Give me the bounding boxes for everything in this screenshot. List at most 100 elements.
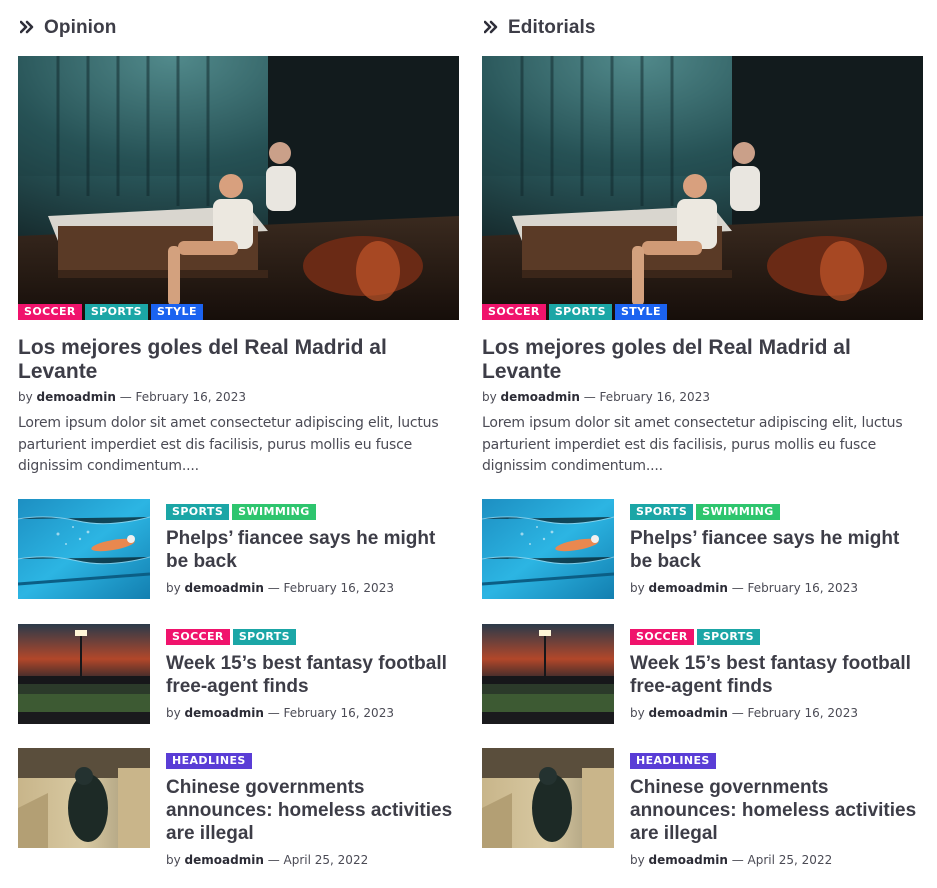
tag-style[interactable]: STYLE [614, 304, 667, 320]
meta-sep: — [267, 706, 280, 720]
article-tags: SOCCER SPORTS [630, 629, 923, 645]
article-tags: SPORTS SWIMMING [166, 504, 459, 520]
article-body: HEADLINES Chinese governments announces: … [166, 748, 459, 867]
featured-tags: SOCCER SPORTS STYLE [18, 304, 206, 320]
meta-date: April 25, 2022 [747, 853, 833, 867]
article-meta: by demoadmin — April 25, 2022 [630, 853, 923, 867]
article-thumbnail[interactable] [482, 624, 614, 724]
tag-soccer[interactable]: SOCCER [482, 304, 546, 320]
meta-sep: — [731, 706, 744, 720]
tag-soccer[interactable]: SOCCER [630, 629, 694, 645]
meta-author[interactable]: demoadmin [37, 390, 116, 404]
article-meta: by demoadmin — February 16, 2023 [166, 581, 459, 595]
article-thumbnail[interactable] [18, 748, 150, 848]
meta-author[interactable]: demoadmin [649, 581, 728, 595]
tag-sports[interactable]: SPORTS [630, 504, 694, 520]
column-opinion: Opinion SOCCER SPORTS STYLE Los mejores … [18, 0, 459, 867]
column-editorials: Editorials SOCCER SPORTS STYLE Los mejor… [482, 0, 923, 867]
tag-sports[interactable]: SPORTS [232, 629, 296, 645]
meta-sep: — [267, 853, 280, 867]
featured-article: SOCCER SPORTS STYLE Los mejores goles del … [482, 56, 923, 478]
article-thumbnail[interactable] [18, 499, 150, 599]
meta-date: February 16, 2023 [747, 706, 858, 720]
article-title[interactable]: Chinese governments announces: homeless … [630, 776, 923, 845]
tag-soccer[interactable]: SOCCER [18, 304, 82, 320]
meta-by: by [630, 853, 645, 867]
meta-by: by [630, 706, 645, 720]
article-body: SOCCER SPORTS Week 15’s best fantasy footb… [166, 624, 459, 724]
meta-by: by [18, 390, 33, 404]
article-title[interactable]: Phelps’ fiancee says he might be back [630, 527, 923, 573]
meta-sep: — [119, 390, 132, 404]
list-item: SPORTS SWIMMING Phelps’ fiancee says he mi… [18, 499, 459, 599]
tag-sports[interactable]: SPORTS [84, 304, 148, 320]
list-item: HEADLINES Chinese governments announces: … [482, 748, 923, 867]
meta-date: February 16, 2023 [135, 390, 246, 404]
article-body: SPORTS SWIMMING Phelps’ fiancee says he mi… [630, 499, 923, 599]
meta-author[interactable]: demoadmin [185, 706, 264, 720]
section-header[interactable]: Opinion [18, 0, 459, 56]
double-chevron-right-icon [483, 20, 498, 34]
article-body: HEADLINES Chinese governments announces: … [630, 748, 923, 867]
article-tags: SOCCER SPORTS [166, 629, 459, 645]
section-title: Opinion [44, 17, 117, 38]
featured-meta: by demoadmin — February 16, 2023 [482, 390, 923, 404]
article-tags: HEADLINES [630, 753, 923, 769]
meta-date: April 25, 2022 [283, 853, 369, 867]
meta-by: by [166, 706, 181, 720]
tag-sports[interactable]: SPORTS [166, 504, 230, 520]
list-item: SOCCER SPORTS Week 15’s best fantasy footb… [482, 624, 923, 724]
article-title[interactable]: Chinese governments announces: homeless … [166, 776, 459, 845]
meta-date: February 16, 2023 [599, 390, 710, 404]
article-title[interactable]: Week 15’s best fantasy football free-age… [630, 652, 923, 698]
meta-date: February 16, 2023 [283, 581, 394, 595]
article-thumbnail[interactable] [482, 499, 614, 599]
meta-date: February 16, 2023 [283, 706, 394, 720]
article-meta: by demoadmin — February 16, 2023 [630, 581, 923, 595]
article-meta: by demoadmin — February 16, 2023 [166, 706, 459, 720]
section-header[interactable]: Editorials [482, 0, 923, 56]
article-meta: by demoadmin — April 25, 2022 [166, 853, 459, 867]
article-tags: HEADLINES [166, 753, 459, 769]
tag-headlines[interactable]: HEADLINES [166, 753, 252, 769]
list-item: SOCCER SPORTS Week 15’s best fantasy footb… [18, 624, 459, 724]
tag-headlines[interactable]: HEADLINES [630, 753, 716, 769]
tag-sports[interactable]: SPORTS [548, 304, 612, 320]
meta-author[interactable]: demoadmin [649, 706, 728, 720]
tag-sports[interactable]: SPORTS [696, 629, 760, 645]
featured-article: SOCCER SPORTS STYLE Los mejores goles del … [18, 56, 459, 478]
list-item: SPORTS SWIMMING Phelps’ fiancee says he mi… [482, 499, 923, 599]
tag-style[interactable]: STYLE [150, 304, 203, 320]
meta-by: by [166, 581, 181, 595]
list-item: HEADLINES Chinese governments announces: … [18, 748, 459, 867]
article-tags: SPORTS SWIMMING [630, 504, 923, 520]
article-title[interactable]: Phelps’ fiancee says he might be back [166, 527, 459, 573]
featured-excerpt: Lorem ipsum dolor sit amet consectetur a… [482, 415, 903, 474]
section-title: Editorials [508, 17, 596, 38]
featured-image[interactable]: SOCCER SPORTS STYLE [18, 56, 459, 320]
meta-sep: — [731, 581, 744, 595]
article-body: SPORTS SWIMMING Phelps’ fiancee says he mi… [166, 499, 459, 599]
article-thumbnail[interactable] [18, 624, 150, 724]
meta-author[interactable]: demoadmin [185, 581, 264, 595]
double-chevron-right-icon [19, 20, 34, 34]
tag-swimming[interactable]: SWIMMING [696, 504, 780, 520]
meta-author[interactable]: demoadmin [185, 853, 264, 867]
featured-image[interactable]: SOCCER SPORTS STYLE [482, 56, 923, 320]
tag-soccer[interactable]: SOCCER [166, 629, 230, 645]
meta-author[interactable]: demoadmin [501, 390, 580, 404]
article-body: SOCCER SPORTS Week 15’s best fantasy footb… [630, 624, 923, 724]
featured-meta: by demoadmin — February 16, 2023 [18, 390, 459, 404]
featured-title[interactable]: Los mejores goles del Real Madrid al Lev… [18, 336, 459, 384]
meta-author[interactable]: demoadmin [649, 853, 728, 867]
meta-by: by [630, 581, 645, 595]
featured-excerpt: Lorem ipsum dolor sit amet consectetur a… [18, 415, 439, 474]
featured-title[interactable]: Los mejores goles del Real Madrid al Lev… [482, 336, 923, 384]
tag-swimming[interactable]: SWIMMING [232, 504, 316, 520]
article-meta: by demoadmin — February 16, 2023 [630, 706, 923, 720]
meta-by: by [166, 853, 181, 867]
meta-date: February 16, 2023 [747, 581, 858, 595]
article-thumbnail[interactable] [482, 748, 614, 848]
featured-tags: SOCCER SPORTS STYLE [482, 304, 670, 320]
article-title[interactable]: Week 15’s best fantasy football free-age… [166, 652, 459, 698]
